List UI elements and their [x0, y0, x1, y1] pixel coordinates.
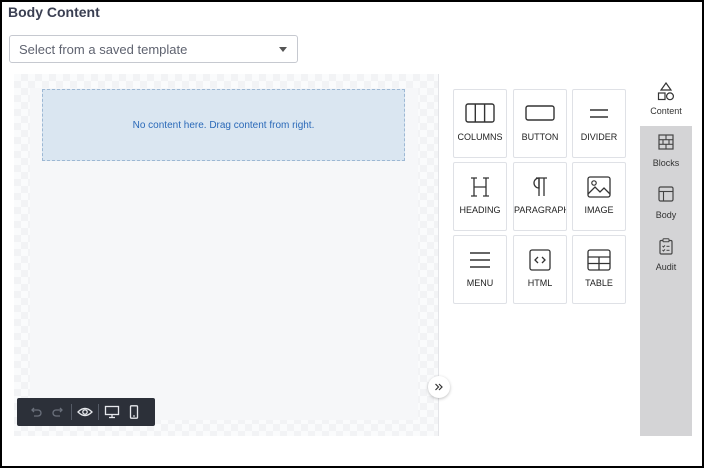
side-tabs: Content Blocks Body Audit: [640, 74, 692, 436]
tile-label: COLUMNS: [457, 132, 503, 142]
tile-label: MENU: [466, 278, 494, 288]
tile-label: HTML: [527, 278, 553, 288]
canvas-toolbar: [17, 398, 155, 426]
heading-icon: [454, 176, 506, 200]
tile-columns[interactable]: COLUMNS: [453, 89, 507, 158]
columns-icon: [454, 103, 506, 127]
image-icon: [573, 176, 625, 200]
shapes-icon: [640, 82, 692, 102]
redo-icon[interactable]: [47, 401, 69, 423]
button-icon: [514, 103, 566, 127]
divider-icon: [573, 103, 625, 127]
toolbar-divider: [71, 404, 72, 420]
tile-label: HEADING: [459, 205, 501, 215]
double-chevron-right-icon: [435, 383, 443, 391]
tile-image[interactable]: IMAGE: [572, 162, 626, 231]
section-title: Body Content: [8, 4, 100, 20]
paragraph-icon: [514, 176, 566, 200]
body-layout-icon: [640, 186, 692, 202]
tab-label: Content: [650, 106, 682, 116]
tile-label: DIVIDER: [580, 132, 618, 142]
tab-audit[interactable]: Audit: [640, 230, 692, 282]
undo-icon[interactable]: [25, 401, 47, 423]
tile-label: TABLE: [585, 278, 613, 288]
tile-label: PARAGRAPH: [514, 205, 566, 215]
menu-icon: [454, 249, 506, 273]
tile-button[interactable]: BUTTON: [513, 89, 567, 158]
tab-label: Blocks: [652, 158, 680, 168]
tab-body[interactable]: Body: [640, 178, 692, 230]
tab-blocks[interactable]: Blocks: [640, 126, 692, 178]
desktop-icon[interactable]: [101, 401, 123, 423]
mobile-icon[interactable]: [123, 401, 145, 423]
blocks-icon: [640, 134, 692, 150]
tab-label: Audit: [655, 262, 677, 272]
chevron-down-icon: [279, 47, 287, 52]
tile-divider[interactable]: DIVIDER: [572, 89, 626, 158]
template-select-placeholder: Select from a saved template: [19, 41, 188, 57]
table-icon: [573, 249, 625, 273]
tile-table[interactable]: TABLE: [572, 235, 626, 304]
tab-label: Body: [655, 210, 677, 220]
tile-paragraph[interactable]: PARAGRAPH: [513, 162, 567, 231]
tile-menu[interactable]: MENU: [453, 235, 507, 304]
preview-eye-icon[interactable]: [74, 401, 96, 423]
empty-dropzone[interactable]: No content here. Drag content from right…: [42, 89, 405, 161]
collapse-panel-button[interactable]: [428, 376, 450, 398]
audit-clipboard-icon: [640, 238, 692, 255]
tile-label: IMAGE: [584, 205, 614, 215]
toolbar-divider: [98, 404, 99, 420]
template-select[interactable]: Select from a saved template: [9, 35, 298, 63]
tab-content[interactable]: Content: [640, 74, 692, 126]
tile-label: BUTTON: [521, 132, 559, 142]
empty-dropzone-message: No content here. Drag content from right…: [132, 119, 315, 131]
tile-heading[interactable]: HEADING: [453, 162, 507, 231]
tile-html[interactable]: HTML: [513, 235, 567, 304]
html-icon: [514, 249, 566, 273]
